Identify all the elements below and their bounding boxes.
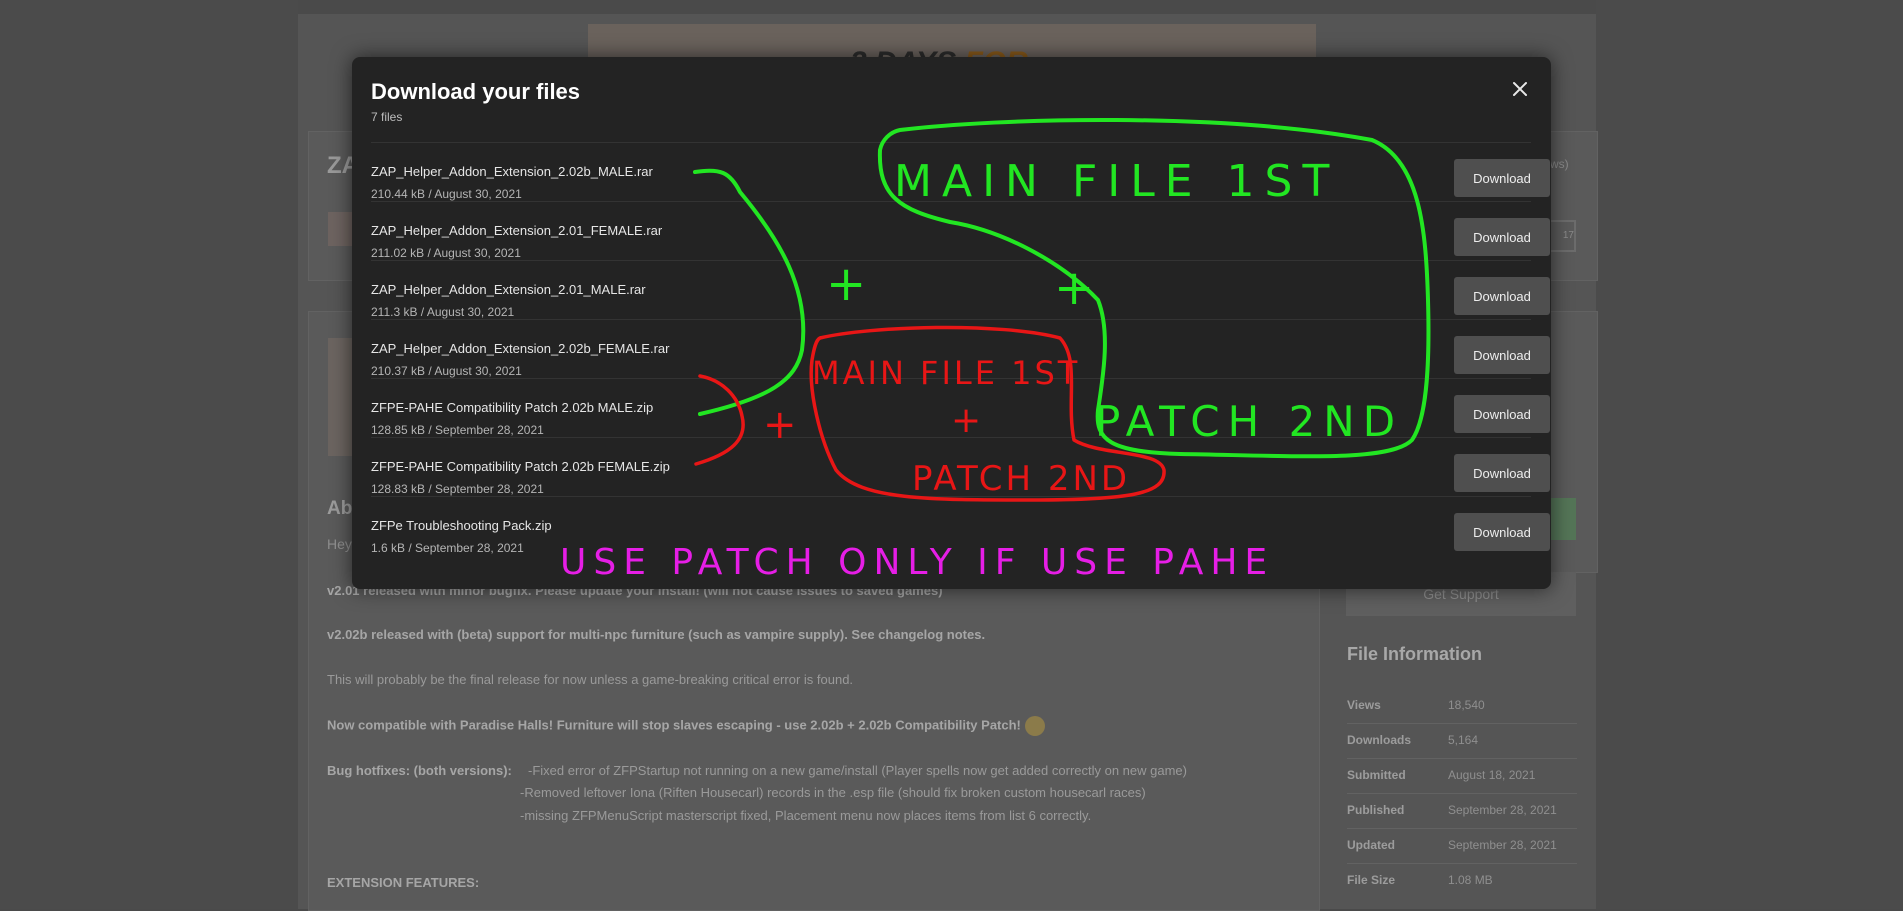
download-button[interactable]: Download — [1454, 395, 1550, 433]
info-row-downloads: Downloads 5,164 — [1347, 723, 1577, 759]
hotfix-line-1: -Fixed error of ZFPStartup not running o… — [528, 763, 1187, 778]
smile-icon — [1024, 716, 1045, 736]
info-row-file-size: File Size 1.08 MB — [1347, 873, 1493, 887]
file-list: ZAP_Helper_Addon_Extension_2.02b_MALE.ra… — [371, 142, 1550, 555]
file-name: ZFPE-PAHE Compatibility Patch 2.02b MALE… — [371, 400, 654, 415]
file-row: ZFPE-PAHE Compatibility Patch 2.02b MALE… — [371, 378, 1550, 437]
download-button[interactable]: Download — [1454, 159, 1550, 197]
download-button[interactable]: Download — [1454, 218, 1550, 256]
info-row-published: Published September 28, 2021 — [1347, 793, 1577, 829]
file-row: ZAP_Helper_Addon_Extension_2.02b_MALE.ra… — [371, 142, 1550, 201]
download-button[interactable]: Download — [1454, 454, 1550, 492]
about-heading: Ab — [327, 498, 353, 519]
file-meta: 210.37 kB / August 30, 2021 — [371, 364, 522, 378]
download-button[interactable]: Download — [1454, 336, 1550, 374]
file-row: ZFPe Troubleshooting Pack.zip 1.6 kB / S… — [371, 496, 1550, 555]
file-name: ZFPE-PAHE Compatibility Patch 2.02b FEMA… — [371, 459, 670, 474]
info-row-updated: Updated September 28, 2021 — [1347, 828, 1577, 864]
close-button[interactable] — [1508, 77, 1532, 101]
file-meta: 211.02 kB / August 30, 2021 — [371, 246, 521, 260]
file-information-title: File Information — [1347, 644, 1482, 664]
close-icon — [1513, 82, 1527, 96]
file-row: ZAP_Helper_Addon_Extension_2.01_MALE.rar… — [371, 260, 1550, 319]
file-meta: 128.83 kB / September 28, 2021 — [371, 482, 544, 496]
download-button[interactable]: Download — [1454, 277, 1550, 315]
file-meta: 210.44 kB / August 30, 2021 — [371, 187, 522, 201]
changelog-line-4: Now compatible with Paradise Halls! Furn… — [327, 716, 1045, 736]
file-meta: 128.85 kB / September 28, 2021 — [371, 423, 544, 437]
intro-text: Hey — [327, 536, 352, 552]
file-name: ZAP_Helper_Addon_Extension_2.01_MALE.rar — [371, 282, 646, 297]
file-meta: 1.6 kB / September 28, 2021 — [371, 541, 524, 555]
info-row-submitted: Submitted August 18, 2021 — [1347, 758, 1577, 794]
download-modal: Download your files 7 files ZAP_Helper_A… — [352, 57, 1551, 589]
modal-title: Download your files — [371, 79, 581, 104]
stats-label: ws) — [1550, 157, 1569, 171]
file-row: ZAP_Helper_Addon_Extension_2.01_FEMALE.r… — [371, 201, 1550, 260]
hotfix-line-3: -missing ZFPMenuScript masterscript fixe… — [520, 808, 1092, 823]
file-name: ZFPe Troubleshooting Pack.zip — [371, 518, 552, 533]
info-row-views: Views 18,540 — [1347, 688, 1577, 724]
extension-features-heading: EXTENSION FEATURES: — [327, 875, 480, 890]
file-meta: 211.3 kB / August 30, 2021 — [371, 305, 515, 319]
file-row: ZAP_Helper_Addon_Extension_2.02b_FEMALE.… — [371, 319, 1550, 378]
file-count: 7 files — [371, 110, 403, 124]
file-name: ZAP_Helper_Addon_Extension_2.02b_FEMALE.… — [371, 341, 670, 356]
changelog-line-3: This will probably be the final release … — [327, 672, 854, 687]
download-button[interactable]: Download — [1454, 513, 1550, 551]
changelog-line-2: v2.02b released with (beta) support for … — [327, 627, 986, 642]
file-row: ZFPE-PAHE Compatibility Patch 2.02b FEMA… — [371, 437, 1550, 496]
hotfix-heading: Bug hotfixes: (both versions): — [327, 763, 512, 778]
hotfix-line-2: -Removed leftover Iona (Riften Housecarl… — [520, 785, 1146, 800]
top-nav-bar — [298, 0, 1596, 14]
file-name: ZAP_Helper_Addon_Extension_2.02b_MALE.ra… — [371, 164, 653, 179]
file-name: ZAP_Helper_Addon_Extension_2.01_FEMALE.r… — [371, 223, 663, 238]
